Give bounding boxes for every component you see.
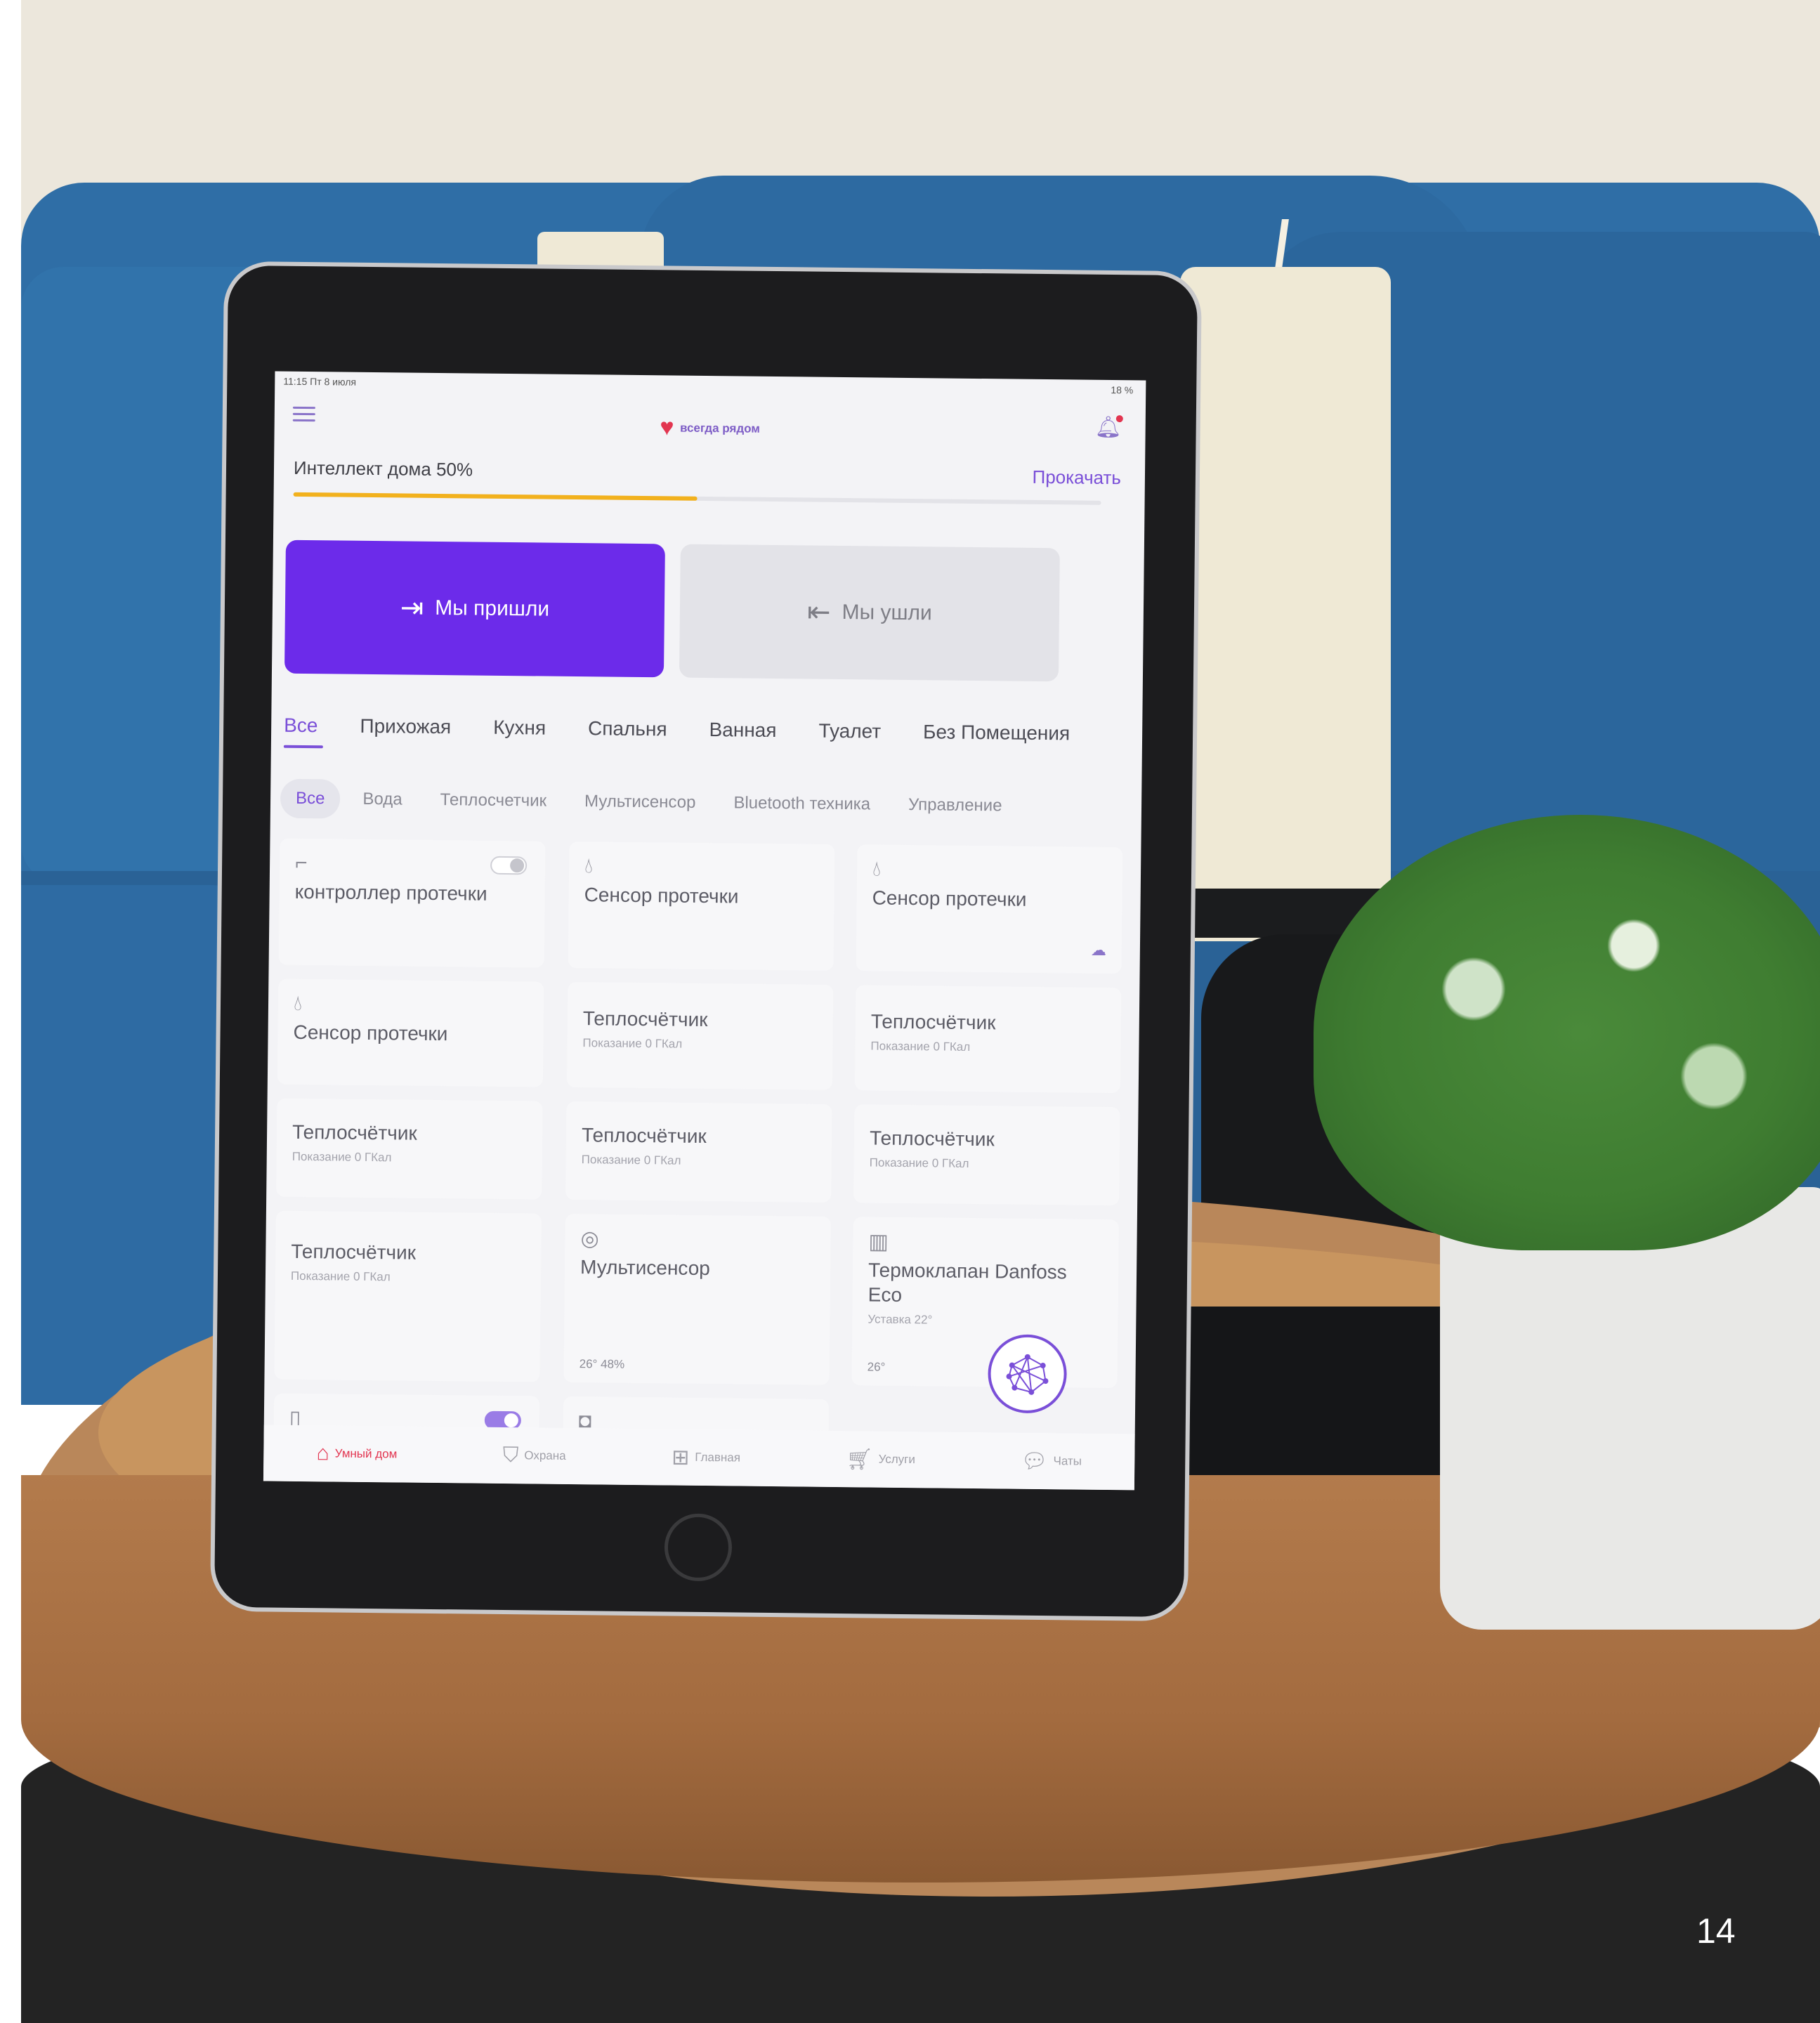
- status-time: 11:15 Пт 8 июля: [283, 375, 357, 388]
- shield-icon: ⛉: [502, 1443, 519, 1467]
- device-title: Теплосчётчик: [582, 1007, 708, 1031]
- tab-all[interactable]: Все: [284, 714, 339, 738]
- nav-label: Охрана: [524, 1448, 566, 1462]
- device-title: Теплосчётчик: [292, 1120, 417, 1144]
- category-chips: Все Вода Теплосчетчик Мультисенсор Bluet…: [280, 765, 1124, 842]
- status-battery: 18 %: [1111, 384, 1134, 396]
- nav-smart-home[interactable]: ⌂ Умный дом: [316, 1441, 397, 1466]
- device-title: Мультисенсор: [580, 1256, 711, 1280]
- active-tab-indicator: [283, 745, 323, 749]
- device-card[interactable]: Теплосчётчик Показание 0 ГКал: [853, 1104, 1120, 1206]
- radiator-icon: ▥: [868, 1230, 889, 1254]
- assistant-button[interactable]: [987, 1334, 1068, 1414]
- device-title: Теплосчётчик: [870, 1010, 996, 1034]
- device-card[interactable]: ◎ Мультисенсор 26° 48%: [563, 1213, 831, 1385]
- device-title: Теплосчётчик: [581, 1124, 707, 1148]
- device-card[interactable]: ▥ Термоклапан Danfoss Eco Уставка 22° 26…: [851, 1217, 1119, 1389]
- device-card[interactable]: 💧︎ Сенсор протечки: [568, 841, 835, 971]
- brand-logo: ♥ всегда рядом: [274, 410, 1145, 447]
- device-card[interactable]: Теплосчётчик Показание 0 ГКал: [274, 1210, 542, 1382]
- nav-label: Умный дом: [334, 1446, 398, 1461]
- grid-icon: ⊞: [672, 1446, 690, 1469]
- nav-security[interactable]: ⛉ Охрана: [503, 1443, 566, 1468]
- nav-main[interactable]: ⊞ Главная: [672, 1445, 740, 1470]
- bottom-nav: ⌂ Умный дом ⛉ Охрана ⊞ Главная 🛒︎ Услуги…: [263, 1425, 1135, 1491]
- room-tabs: Все Прихожая Кухня Спальня Ванная Туалет…: [284, 714, 1091, 745]
- notification-dot: [1115, 415, 1123, 423]
- device-card[interactable]: ⌐ контроллер протечки: [278, 838, 546, 968]
- tablet: 11:15 Пт 8 июля 18 % ♥ всегда рядом 🔔︎ И…: [214, 265, 1198, 1618]
- home-icon: ⌂: [316, 1441, 329, 1465]
- chip-all[interactable]: Все: [280, 778, 341, 819]
- device-subtitle: Уставка 22°: [868, 1312, 933, 1327]
- photo-scene: 11:15 Пт 8 июля 18 % ♥ всегда рядом 🔔︎ И…: [21, 0, 1820, 2023]
- intelligence-progress: [293, 492, 1101, 505]
- drop-icon: 💧︎: [872, 857, 882, 881]
- nav-services[interactable]: 🛒︎ Услуги: [846, 1447, 915, 1472]
- drop-icon: 💧︎: [293, 991, 303, 1015]
- device-title: Теплосчётчик: [291, 1240, 417, 1264]
- chat-icon: 💬︎: [1021, 1449, 1048, 1473]
- nav-label: Главная: [695, 1450, 741, 1465]
- device-title: Сенсор протечки: [872, 886, 1027, 910]
- device-card[interactable]: 💧︎ Сенсор протечки ☁: [856, 844, 1123, 974]
- chip-heat-meter[interactable]: Теплосчетчик: [424, 780, 562, 821]
- enter-icon: ⇥: [400, 592, 424, 624]
- device-subtitle: Показание 0 ГКал: [582, 1036, 683, 1051]
- chip-bluetooth[interactable]: Bluetooth техника: [718, 783, 886, 824]
- tab-toilet[interactable]: Туалет: [797, 719, 902, 743]
- tab-kitchen[interactable]: Кухня: [472, 716, 567, 739]
- device-title: Теплосчётчик: [869, 1127, 995, 1151]
- page-number: 14: [1696, 1911, 1736, 1951]
- thermo-reading: 26°: [867, 1360, 886, 1374]
- plant: [1314, 815, 1820, 1250]
- tab-bathroom[interactable]: Ванная: [688, 719, 797, 742]
- cloud-icon: ☁: [1090, 941, 1107, 959]
- device-card[interactable]: 💧︎ Сенсор протечки: [277, 978, 544, 1087]
- device-subtitle: Показание 0 ГКал: [290, 1269, 391, 1284]
- plant-pot: [1440, 1187, 1820, 1630]
- sensor-icon: ◎: [580, 1227, 599, 1251]
- chip-water[interactable]: Вода: [347, 780, 418, 820]
- intelligence-label: Интеллект дома 50%: [293, 457, 473, 480]
- cart-icon: 🛒︎: [846, 1447, 873, 1472]
- device-title: контроллер протечки: [294, 880, 487, 905]
- nav-chats[interactable]: 💬︎ Чаты: [1021, 1448, 1082, 1474]
- app-screen: 11:15 Пт 8 июля 18 % ♥ всегда рядом 🔔︎ И…: [263, 371, 1146, 1491]
- intelligence-progress-fill: [293, 492, 698, 501]
- arrived-button[interactable]: ⇥ Мы пришли: [284, 539, 665, 678]
- arrived-label: Мы пришли: [435, 596, 550, 621]
- sensor-readings: 26° 48%: [579, 1357, 625, 1371]
- device-title: Сенсор протечки: [293, 1021, 448, 1045]
- left-button[interactable]: ⇤ Мы ушли: [679, 544, 1060, 682]
- status-bar: 11:15 Пт 8 июля 18 %: [275, 372, 1146, 400]
- tab-bedroom[interactable]: Спальня: [567, 717, 688, 741]
- device-subtitle: Показание 0 ГКал: [581, 1153, 681, 1167]
- tab-hallway[interactable]: Прихожая: [339, 715, 472, 739]
- heart-icon: ♥: [660, 414, 674, 441]
- brand-name: всегда рядом: [679, 421, 761, 436]
- nav-label: Чаты: [1053, 1454, 1082, 1468]
- drop-icon: 💧︎: [584, 854, 594, 878]
- chip-multisensor[interactable]: Мультисенсор: [569, 782, 712, 823]
- device-title: Термоклапан Danfoss Eco: [868, 1259, 1067, 1306]
- device-card[interactable]: Теплосчётчик Показание 0 ГКал: [276, 1098, 543, 1200]
- candle: [1180, 267, 1391, 941]
- device-card[interactable]: Теплосчётчик Показание 0 ГКал: [565, 1101, 832, 1203]
- device-toggle[interactable]: [490, 856, 528, 875]
- home-button[interactable]: [664, 1513, 733, 1582]
- upgrade-link[interactable]: Прокачать: [1032, 466, 1121, 489]
- left-label: Мы ушли: [842, 601, 932, 625]
- device-subtitle: Показание 0 ГКал: [869, 1155, 969, 1170]
- device-subtitle: Показание 0 ГКал: [292, 1149, 392, 1165]
- device-card[interactable]: Теплосчётчик Показание 0 ГКал: [566, 981, 834, 1090]
- network-icon: [1006, 1354, 1049, 1395]
- chip-control[interactable]: Управление: [893, 785, 1018, 826]
- nav-label: Услуги: [878, 1452, 916, 1467]
- device-subtitle: Показание 0 ГКал: [870, 1039, 971, 1054]
- tab-no-room[interactable]: Без Помещения: [902, 721, 1091, 745]
- device-card[interactable]: Теплосчётчик Показание 0 ГКал: [854, 985, 1122, 1094]
- exit-icon: ⇤: [806, 596, 831, 628]
- device-title: Сенсор протечки: [584, 884, 739, 908]
